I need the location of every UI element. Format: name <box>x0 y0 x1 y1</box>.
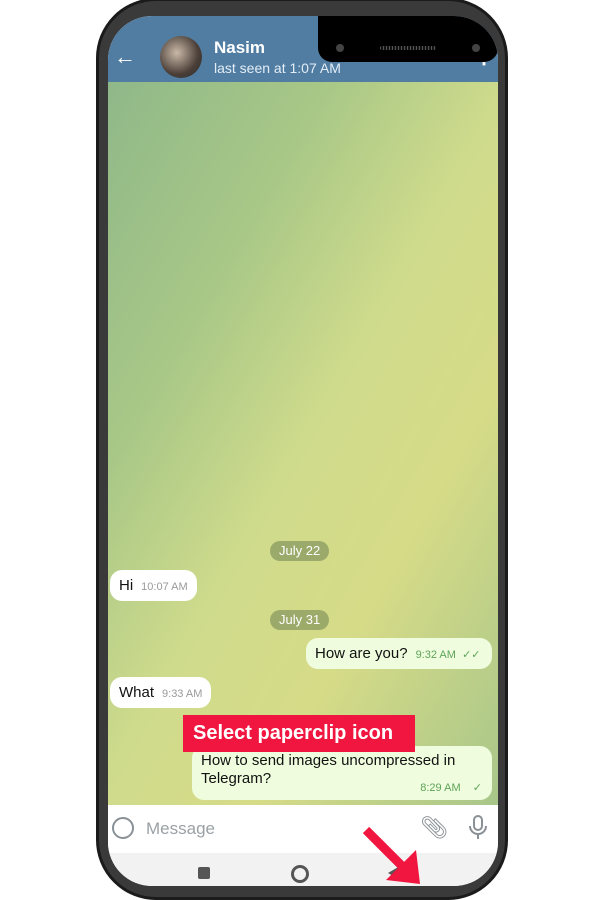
message-input-bar: Message 📎︎ <box>108 805 498 853</box>
message-text: What <box>119 684 155 701</box>
date-separator: July 31 <box>270 610 330 630</box>
chat-area: July 22 Hi 10:07 AM July 31 How are you? 9… <box>108 82 498 884</box>
read-ticks-icon: ✓✓ <box>462 649 481 661</box>
contact-name[interactable]: Nasim <box>214 38 265 58</box>
last-seen-status: last seen at 1:07 AM <box>214 60 341 76</box>
message-time: 9:32 AM <box>415 649 456 661</box>
annotation-arrow-icon <box>362 826 420 884</box>
system-nav-bar <box>108 853 498 886</box>
message-text: Hi <box>119 577 134 594</box>
avatar[interactable] <box>160 36 202 78</box>
message-incoming[interactable]: What 9:33 AM <box>110 677 212 708</box>
smiley-icon[interactable] <box>112 817 134 839</box>
arrow-left-icon[interactable]: ← <box>114 44 136 70</box>
phone-screen: ← Nasim last seen at 1:07 AM 📞︎ ⋮ July 2… <box>108 16 498 886</box>
notch <box>318 16 498 62</box>
recents-button[interactable] <box>198 867 210 879</box>
microphone-icon[interactable] <box>468 815 488 841</box>
message-incoming[interactable]: Hi 10:07 AM <box>110 570 197 601</box>
message-outgoing[interactable]: How to send images uncompressed in Teleg… <box>192 746 492 800</box>
message-text: How are you? <box>315 645 408 662</box>
date-separator: July 22 <box>270 541 330 561</box>
message-input[interactable]: Message <box>146 819 215 839</box>
message-time: 9:33 AM <box>162 688 203 700</box>
home-button[interactable] <box>291 865 309 883</box>
message-time: 8:29 AM <box>420 782 461 794</box>
message-time: 10:07 AM <box>141 581 188 593</box>
annotation-label: Select paperclip icon <box>183 715 415 752</box>
sent-tick-icon: ✓ <box>472 782 482 794</box>
message-outgoing[interactable]: How are you? 9:32 AM ✓✓ <box>306 638 492 669</box>
